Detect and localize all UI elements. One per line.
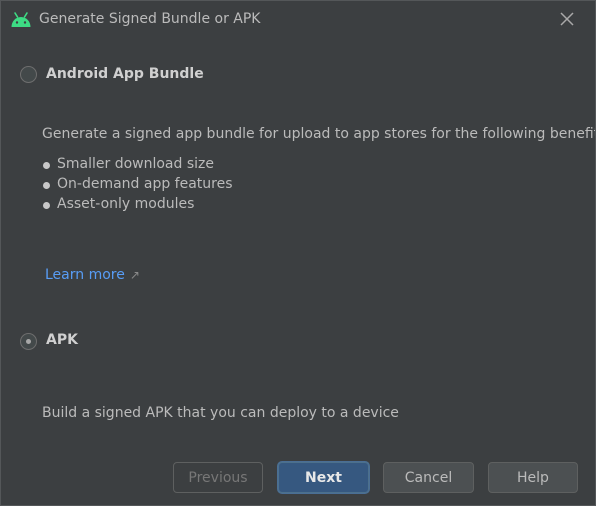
previous-button[interactable]: Previous <box>173 462 263 493</box>
title-bar: Generate Signed Bundle or APK <box>1 1 595 39</box>
list-item: Smaller download size <box>42 156 233 176</box>
cancel-button[interactable]: Cancel <box>383 462 474 493</box>
help-button[interactable]: Help <box>488 462 578 493</box>
list-item: Asset-only modules <box>42 196 233 216</box>
external-link-icon: ↗ <box>129 268 140 282</box>
learn-more-label[interactable]: Learn more <box>45 267 125 283</box>
next-button[interactable]: Next <box>278 462 369 493</box>
apk-radio[interactable] <box>20 333 37 350</box>
apk-description: Build a signed APK that you can deploy t… <box>42 405 399 421</box>
dialog-title: Generate Signed Bundle or APK <box>39 11 261 27</box>
generate-signed-bundle-dialog: Generate Signed Bundle or APK Android Ap… <box>0 0 596 506</box>
android-icon <box>11 12 31 27</box>
close-icon[interactable] <box>557 9 577 29</box>
bundle-benefits-list: Smaller download size On-demand app feat… <box>42 156 233 216</box>
list-item: On-demand app features <box>42 176 233 196</box>
android-app-bundle-radio[interactable] <box>20 66 37 83</box>
apk-label[interactable]: APK <box>46 332 78 348</box>
learn-more-link[interactable]: Learn more ↗ <box>45 267 140 283</box>
android-app-bundle-label[interactable]: Android App Bundle <box>46 66 204 82</box>
bundle-description: Generate a signed app bundle for upload … <box>42 126 596 142</box>
